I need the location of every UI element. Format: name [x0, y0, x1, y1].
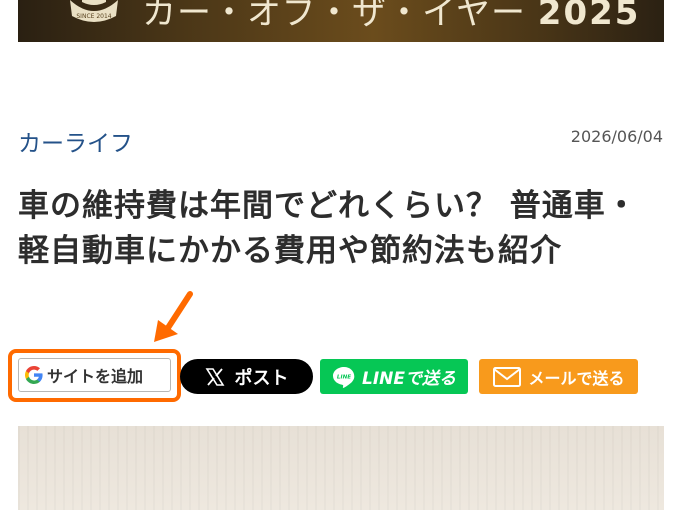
banner-title: カー・オブ・ザ・イヤー 2025: [142, 0, 640, 34]
article-hero-image: [18, 426, 664, 510]
article-category-link[interactable]: カーライフ: [18, 129, 133, 159]
x-post-button[interactable]: ポスト: [180, 359, 313, 394]
add-site-label: サイトを追加: [47, 367, 144, 386]
line-share-button[interactable]: LINE LINEで送る: [320, 359, 468, 394]
line-logo-icon: LINE: [333, 366, 355, 388]
banner-title-text: カー・オブ・ザ・イヤー: [142, 0, 526, 33]
google-icon: [25, 366, 43, 384]
envelope-icon: [493, 366, 522, 387]
header-banner[interactable]: SINCE 2014 カー・オブ・ザ・イヤー 2025: [18, 0, 664, 42]
add-site-google-button[interactable]: サイトを追加: [18, 358, 171, 392]
article-date: 2026/06/04: [570, 127, 663, 146]
x-logo-icon: [205, 367, 224, 386]
x-post-label: ポスト: [234, 367, 289, 389]
mail-share-label: メールで送る: [528, 368, 625, 388]
arrow-annotation-icon: [154, 291, 193, 342]
article-title: 車の維持費は年間でどれくらい？ 普通車・軽自動車にかかる費用や節約法も紹介: [18, 188, 638, 269]
line-share-label: LINEで送る: [362, 369, 456, 389]
emblem-text: SINCE 2014: [76, 13, 111, 20]
banner-year: 2025: [537, 0, 641, 33]
svg-text:LINE: LINE: [337, 374, 351, 380]
mail-share-button[interactable]: メールで送る: [479, 359, 638, 394]
award-emblem-icon: SINCE 2014: [70, 0, 118, 22]
